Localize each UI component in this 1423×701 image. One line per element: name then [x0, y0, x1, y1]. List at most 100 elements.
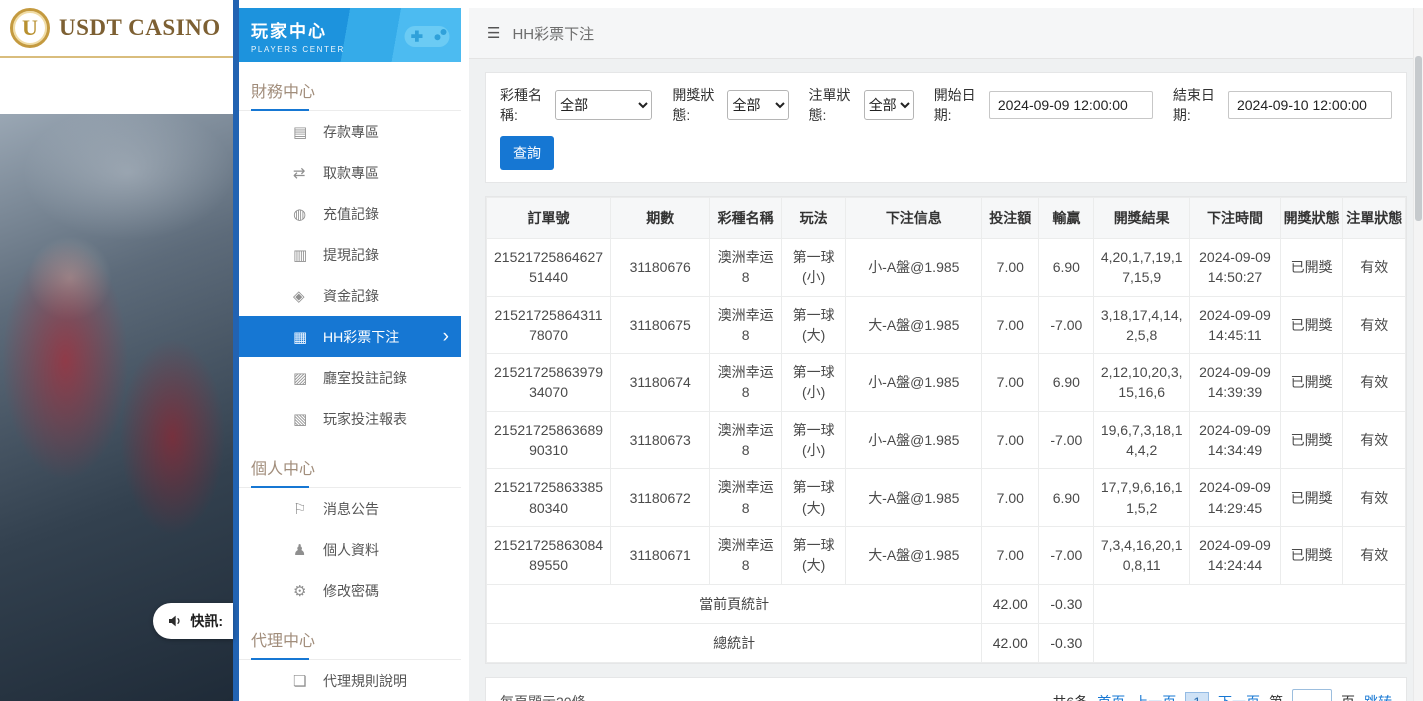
sidebar-item-label: 取款專區	[323, 163, 379, 183]
sidebar-item-profile[interactable]: ♟ 個人資料	[239, 529, 461, 570]
jump-page-link[interactable]: 跳转	[1364, 692, 1392, 701]
total-summary-bet-total: 42.00	[982, 623, 1039, 662]
pagination-controls: 共6条 首页 上一页 1 下一页 第 页 跳转	[1052, 689, 1392, 701]
end-date-input[interactable]	[1228, 91, 1392, 119]
content: 彩種名稱: 全部 開獎狀態: 全部 注單狀態: 全部 開始日期: 結束日期:	[469, 59, 1423, 701]
cell-lottery-name: 澳洲幸运8	[710, 354, 782, 412]
cell-bet-amount: 7.00	[982, 239, 1039, 297]
vertical-scrollbar[interactable]	[1413, 8, 1423, 701]
cell-draw-status: 已開獎	[1280, 526, 1342, 584]
cell-win-loss: -7.00	[1039, 296, 1094, 354]
cell-draw-status: 已開獎	[1280, 469, 1342, 527]
cell-bet-info: 大-A盤@1.985	[846, 526, 982, 584]
lottery-bets-icon: ▦	[293, 328, 323, 346]
col-header-play-type: 玩法	[781, 198, 845, 239]
cell-bet-time: 2024-09-09 14:45:11	[1189, 296, 1280, 354]
sidebar-item-funds-records[interactable]: ◈ 資金記錄	[239, 275, 461, 316]
section-title-agent-center: 代理中心	[239, 615, 461, 660]
cell-draw-result: 3,18,17,4,14,2,5,8	[1094, 296, 1190, 354]
cell-bet-info: 小-A盤@1.985	[846, 239, 982, 297]
cell-win-loss: 6.90	[1039, 354, 1094, 412]
total-summary-label: 總統計	[487, 623, 982, 662]
news-ticker[interactable]: 快訊:	[153, 603, 233, 639]
lottery-name-label: 彩種名稱:	[500, 85, 549, 125]
cell-win-loss: -7.00	[1039, 411, 1094, 469]
cell-play-type: 第一球(小)	[781, 354, 845, 412]
cell-draw-status: 已開獎	[1280, 411, 1342, 469]
sidebar-item-room-bet-records[interactable]: ▨ 廳室投註記錄	[239, 357, 461, 398]
withdrawal-record-icon: ▥	[293, 246, 323, 264]
room-bet-record-icon: ▨	[293, 369, 323, 387]
player-report-icon: ▧	[293, 410, 323, 428]
recharge-record-icon: ◍	[293, 205, 323, 223]
cell-order-no: 2152172586338580340	[487, 469, 611, 527]
withdraw-icon: ⇄	[293, 164, 323, 182]
section-title-personal-center: 個人中心	[239, 443, 461, 488]
col-header-order-status: 注單狀態	[1343, 198, 1406, 239]
document-icon: ❏	[293, 672, 323, 690]
cell-draw-result: 19,6,7,3,18,14,4,2	[1094, 411, 1190, 469]
sidebar-item-label: 充值記錄	[323, 204, 379, 224]
sidebar-item-recharge-records[interactable]: ◍ 充值記錄	[239, 193, 461, 234]
cell-bet-time: 2024-09-09 14:34:49	[1189, 411, 1280, 469]
next-page-link[interactable]: 下一页	[1218, 692, 1260, 701]
cell-lottery-name: 澳洲幸运8	[710, 239, 782, 297]
cell-bet-amount: 7.00	[982, 469, 1039, 527]
ticker-label: 快訊:	[190, 611, 223, 631]
search-button[interactable]: 查詢	[500, 136, 554, 170]
lottery-name-select[interactable]: 全部	[555, 90, 652, 120]
total-summary-row: 總統計 42.00 -0.30	[487, 623, 1406, 662]
sidebar-item-change-password[interactable]: ⚙ 修改密碼	[239, 570, 461, 611]
app-logo[interactable]: U USDT CASINO	[0, 0, 233, 58]
draw-status-select[interactable]: 全部	[727, 90, 788, 120]
bets-table: 訂單號 期數 彩種名稱 玩法 下注信息 投注額 輸贏 開獎結果 下注時間 開獎狀…	[486, 197, 1406, 663]
page-title: HH彩票下注	[512, 23, 594, 44]
bet-row: 2152172586431178070 31180675 澳洲幸运8 第一球(大…	[487, 296, 1406, 354]
bet-row: 2152172586308489550 31180671 澳洲幸运8 第一球(大…	[487, 526, 1406, 584]
sidebar-item-label: 資金記錄	[323, 286, 379, 306]
page-suffix-label: 页	[1341, 692, 1355, 701]
col-header-bet-info: 下注信息	[846, 198, 982, 239]
cell-order-no: 2152172586397934070	[487, 354, 611, 412]
cell-lottery-name: 澳洲幸运8	[710, 469, 782, 527]
page-jump-input[interactable]	[1292, 689, 1332, 701]
bet-row: 2152172586368990310 31180673 澳洲幸运8 第一球(小…	[487, 411, 1406, 469]
order-status-label: 注單狀態:	[809, 85, 858, 125]
total-count-label: 共6条	[1052, 692, 1088, 701]
sidebar-item-player-bet-report[interactable]: ▧ 玩家投注報表	[239, 398, 461, 439]
cell-bet-time: 2024-09-09 14:39:39	[1189, 354, 1280, 412]
cell-draw-status: 已開獎	[1280, 354, 1342, 412]
cell-draw-result: 7,3,4,16,20,10,8,11	[1094, 526, 1190, 584]
page-summary-row: 當前頁統計 42.00 -0.30	[487, 584, 1406, 623]
sidebar-item-withdrawal-records[interactable]: ▥ 提現記錄	[239, 234, 461, 275]
menu-toggle-icon[interactable]: ☰	[487, 24, 500, 42]
order-status-select[interactable]: 全部	[864, 90, 914, 120]
cell-bet-amount: 7.00	[982, 296, 1039, 354]
first-page-link[interactable]: 首页	[1097, 692, 1125, 701]
sidebar-item-hh-lottery-bets[interactable]: ▦ HH彩票下注 ›	[239, 316, 461, 357]
scrollbar-thumb[interactable]	[1415, 56, 1422, 221]
sidebar-item-announcements[interactable]: ⚐ 消息公告	[239, 488, 461, 529]
prev-page-link[interactable]: 上一页	[1134, 692, 1176, 701]
cell-win-loss: 6.90	[1039, 239, 1094, 297]
cell-bet-info: 大-A盤@1.985	[846, 469, 982, 527]
total-summary-empty	[1094, 623, 1406, 662]
start-date-input[interactable]	[989, 91, 1153, 119]
total-summary-winloss-total: -0.30	[1039, 623, 1094, 662]
cell-order-no: 2152172586431178070	[487, 296, 611, 354]
bet-row: 2152172586397934070 31180674 澳洲幸运8 第一球(小…	[487, 354, 1406, 412]
col-header-win-loss: 輸贏	[1039, 198, 1094, 239]
gamepad-icon	[403, 19, 451, 51]
col-header-lottery-name: 彩種名稱	[710, 198, 782, 239]
sidebar-item-deposit[interactable]: ▤ 存款專區	[239, 111, 461, 152]
bet-row: 2152172586338580340 31180672 澳洲幸运8 第一球(大…	[487, 469, 1406, 527]
current-page-button[interactable]: 1	[1185, 692, 1209, 701]
cell-order-status: 有效	[1343, 526, 1406, 584]
chevron-right-icon: ›	[443, 327, 449, 346]
sidebar-item-label: 消息公告	[323, 499, 379, 519]
sidebar-item-label: 提現記錄	[323, 245, 379, 265]
cell-order-status: 有效	[1343, 296, 1406, 354]
sidebar-item-withdraw[interactable]: ⇄ 取款專區	[239, 152, 461, 193]
sidebar-item-agent-rules[interactable]: ❏ 代理規則說明	[239, 660, 461, 701]
sidebar-item-label: HH彩票下注	[323, 327, 399, 347]
